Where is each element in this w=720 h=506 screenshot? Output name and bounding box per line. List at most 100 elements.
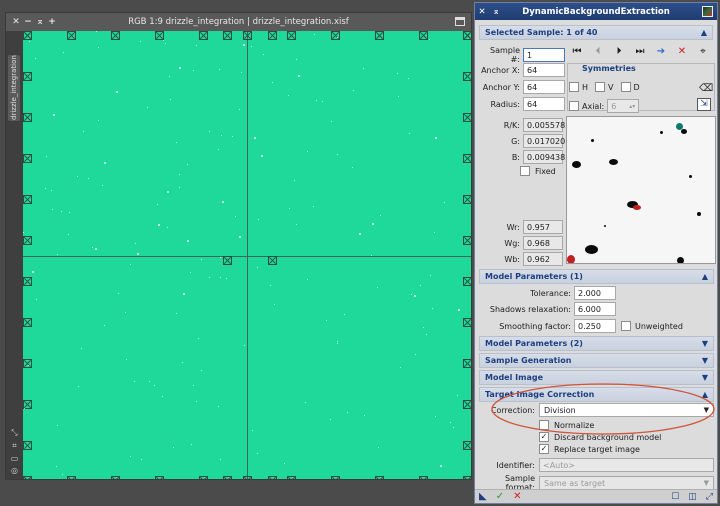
sample-box[interactable] [268, 31, 277, 40]
sample-box[interactable] [287, 476, 296, 479]
sample-number-input[interactable]: 1 [523, 48, 565, 62]
sample-box[interactable] [463, 31, 471, 40]
sample-box[interactable] [463, 195, 471, 204]
expand-icon[interactable]: ▼ [702, 356, 708, 365]
sample-preview[interactable] [566, 116, 716, 264]
shadows-relaxation-input[interactable]: 6.000 [574, 302, 616, 316]
sample-box[interactable] [375, 31, 384, 40]
sample-box[interactable] [223, 256, 232, 265]
collapse-icon[interactable]: ▲ [702, 272, 708, 281]
sample-box[interactable] [243, 476, 252, 479]
zoom-in-icon[interactable]: + [46, 17, 58, 27]
sample-box[interactable] [67, 476, 76, 479]
sample-box[interactable] [463, 441, 471, 450]
sample-box[interactable] [23, 72, 32, 81]
view-icon[interactable]: ▭ [11, 454, 19, 463]
sample-box[interactable] [223, 476, 232, 479]
new-instance-icon[interactable]: ◣ [479, 491, 487, 502]
collapse-icon[interactable]: ▲ [701, 28, 707, 37]
identifier-input[interactable]: <Auto> [539, 458, 714, 472]
sample-box[interactable] [23, 154, 32, 163]
maximize-icon[interactable] [455, 17, 465, 26]
cancel-icon[interactable]: ✕ [513, 491, 521, 502]
section-selected-sample[interactable]: Selected Sample: 1 of 40 ▲ [479, 25, 713, 40]
image-canvas[interactable] [23, 31, 471, 479]
expand-icon[interactable]: ▼ [702, 339, 708, 348]
anchor-x-input[interactable]: 64 [523, 63, 565, 77]
sample-box[interactable] [463, 318, 471, 327]
next-sample-icon[interactable]: ⏵ [611, 46, 627, 57]
sample-box[interactable] [223, 31, 232, 40]
radius-input[interactable]: 64 [523, 97, 565, 111]
sample-box[interactable] [463, 359, 471, 368]
section-model-parameters-1[interactable]: Model Parameters (1) ▲ [479, 269, 714, 284]
unweighted-checkbox[interactable] [621, 321, 631, 331]
settings-icon[interactable]: ◎ [11, 466, 18, 475]
apply-icon[interactable]: ✓ [496, 491, 504, 502]
sample-box[interactable] [23, 113, 32, 122]
symmetry-guide-icon[interactable]: ⇲ [697, 98, 711, 111]
sample-box[interactable] [331, 476, 340, 479]
sample-box[interactable] [199, 31, 208, 40]
sample-box[interactable] [243, 31, 252, 40]
section-sample-generation[interactable]: Sample Generation ▼ [479, 353, 714, 368]
sample-box[interactable] [463, 154, 471, 163]
close-icon[interactable]: ✕ [10, 17, 22, 27]
sample-box[interactable] [463, 236, 471, 245]
sample-box[interactable] [419, 31, 428, 40]
sample-box[interactable] [155, 476, 164, 479]
axial-checkbox[interactable] [569, 101, 579, 111]
sample-box[interactable] [463, 113, 471, 122]
sample-box[interactable] [23, 277, 32, 286]
star [218, 149, 219, 150]
sample-box[interactable] [463, 72, 471, 81]
symmetry-h-checkbox[interactable] [569, 82, 579, 92]
fixed-checkbox[interactable] [520, 166, 530, 176]
replace-target-checkbox[interactable]: ✓ [539, 444, 549, 454]
track-view-icon[interactable]: ◫ [688, 492, 697, 502]
sample-box[interactable] [23, 476, 32, 479]
section-model-parameters-2[interactable]: Model Parameters (2) ▼ [479, 336, 714, 351]
sample-box[interactable] [111, 31, 120, 40]
symmetry-v-checkbox[interactable] [595, 82, 606, 92]
first-sample-icon[interactable]: ⏮ [569, 46, 585, 57]
sample-box[interactable] [463, 476, 471, 479]
tolerance-input[interactable]: 2.000 [574, 286, 616, 300]
reset-icon[interactable]: ⤢ [706, 492, 713, 502]
previous-sample-icon[interactable]: ⏴ [590, 46, 606, 57]
sample-box[interactable] [419, 476, 428, 479]
sample-format-select[interactable]: Same as target ▼ [539, 476, 714, 490]
image-id-tab[interactable]: drizzle_integration [8, 55, 20, 121]
sample-box[interactable] [111, 476, 120, 479]
smoothing-factor-input[interactable]: 0.250 [574, 319, 616, 333]
sample-box[interactable] [23, 318, 32, 327]
sample-box[interactable] [268, 476, 277, 479]
stf-icon[interactable]: ⌗ [12, 441, 17, 451]
shade-icon[interactable]: ⌅ [34, 17, 46, 27]
browse-documentation-icon[interactable]: ☐ [671, 492, 679, 502]
sample-box[interactable] [375, 476, 384, 479]
sample-box[interactable] [331, 31, 340, 40]
minimize-icon[interactable]: − [22, 17, 34, 27]
sample-box[interactable] [155, 31, 164, 40]
sample-box[interactable] [23, 195, 32, 204]
sample-box[interactable] [23, 31, 32, 40]
sample-box[interactable] [67, 31, 76, 40]
delete-sample-icon[interactable]: ✕ [674, 46, 690, 57]
sample-box[interactable] [23, 236, 32, 245]
sample-box[interactable] [23, 441, 32, 450]
sample-box[interactable] [199, 476, 208, 479]
mask-icon[interactable]: ⤡ [11, 428, 17, 438]
sample-box[interactable] [23, 359, 32, 368]
clear-symmetries-icon[interactable]: ⌫ [699, 83, 713, 94]
symmetry-d-checkbox[interactable] [620, 82, 631, 92]
sample-box[interactable] [463, 400, 471, 409]
arrow-right-icon[interactable]: ➔ [653, 46, 669, 57]
axial-spinbox[interactable]: 6 ▴▾ [607, 99, 640, 113]
sample-box[interactable] [463, 277, 471, 286]
sample-box[interactable] [287, 31, 296, 40]
anchor-y-input[interactable]: 64 [523, 80, 565, 94]
crosshair-icon[interactable]: ⌖ [695, 46, 711, 57]
last-sample-icon[interactable]: ⏭ [632, 46, 648, 57]
sample-box[interactable] [268, 256, 277, 265]
